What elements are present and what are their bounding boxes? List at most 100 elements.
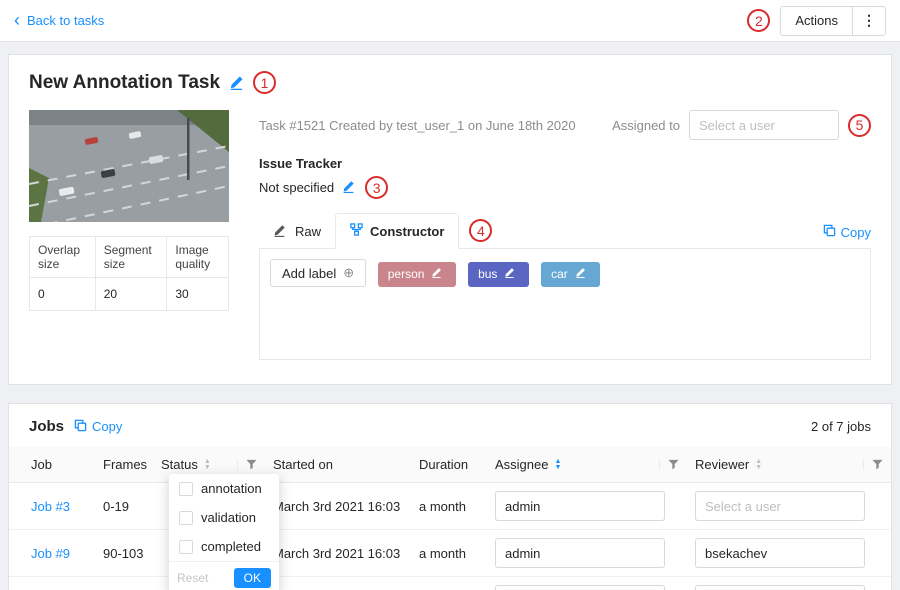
edit-label-icon[interactable] — [575, 267, 590, 282]
col-started-label: Started on — [273, 457, 333, 472]
jobs-count: 2 of 7 jobs — [811, 419, 871, 434]
col-status-label: Status — [161, 457, 198, 472]
issue-tracker-value: Not specified — [259, 180, 334, 195]
issue-tracker-value-row: Not specified 3 — [259, 176, 871, 199]
assignee-input[interactable] — [495, 538, 665, 568]
jobs-table: Job Frames Status ▲▼ Started on Duration — [9, 447, 891, 590]
plus-circle-icon: ⊕ — [343, 265, 354, 281]
back-to-tasks-label: Back to tasks — [27, 13, 104, 28]
task-details-card: New Annotation Task 1 — [8, 54, 892, 385]
reviewer-filter-icon[interactable] — [863, 459, 883, 470]
task-body: Overlap size Segment size Image quality … — [29, 110, 871, 360]
col-header-job[interactable]: Job — [9, 447, 95, 483]
started-cell: March 3rd 2021 16:03 — [265, 530, 411, 577]
param-value-overlap: 0 — [30, 278, 96, 311]
add-label-label: Add label — [282, 266, 336, 281]
col-header-started[interactable]: Started on — [265, 447, 411, 483]
assignee-input[interactable] — [495, 491, 665, 521]
duration-cell: a month — [411, 577, 487, 590]
copy-icon — [823, 224, 836, 240]
param-value-quality: 30 — [167, 278, 229, 311]
labels-copy-link[interactable]: Copy — [823, 224, 871, 240]
label-chip-bus-name: bus — [478, 267, 497, 281]
task-right-column: Task #1521 Created by test_user_1 on Jun… — [259, 110, 871, 360]
filter-option-validation-label: validation — [201, 510, 256, 525]
edit-task-name-icon[interactable] — [229, 75, 244, 90]
tab-constructor[interactable]: Constructor — [335, 213, 459, 249]
label-chip-person[interactable]: person — [378, 262, 457, 287]
jobs-header: Jobs Copy 2 of 7 jobs — [9, 418, 891, 435]
topbar-right: 2 Actions ⋮ — [747, 6, 886, 36]
tab-raw-label: Raw — [295, 224, 321, 239]
task-title-row: New Annotation Task 1 — [29, 71, 871, 94]
label-chip-bus[interactable]: bus — [468, 262, 529, 287]
job-row: Job #9 90-103 March 3rd 2021 16:03 a mon… — [9, 530, 891, 577]
assigned-to-group: Assigned to 5 — [612, 110, 871, 140]
jobs-card: Jobs Copy 2 of 7 jobs Job Frames — [8, 403, 892, 590]
block-icon — [350, 223, 363, 239]
chevron-left-icon: ‹ — [14, 11, 20, 29]
param-value-segment: 20 — [95, 278, 167, 311]
duration-cell: a month — [411, 483, 487, 530]
back-to-tasks-link[interactable]: ‹ Back to tasks — [14, 13, 104, 29]
col-header-reviewer[interactable]: Reviewer ▲▼ — [687, 447, 891, 483]
task-left-column: Overlap size Segment size Image quality … — [29, 110, 229, 360]
add-label-button[interactable]: Add label ⊕ — [270, 259, 366, 287]
checkbox-icon[interactable] — [179, 511, 193, 525]
assignee-input[interactable] — [495, 585, 665, 590]
filter-reset-button[interactable]: Reset — [177, 571, 208, 585]
frames-cell: 15-34 — [95, 577, 153, 590]
sort-carets-icon[interactable]: ▲▼ — [554, 459, 561, 471]
edit-label-icon[interactable] — [504, 267, 519, 282]
actions-button[interactable]: Actions ⋮ — [780, 6, 886, 36]
checkbox-icon[interactable] — [179, 482, 193, 496]
top-bar: ‹ Back to tasks 2 Actions ⋮ — [0, 0, 900, 42]
status-filter-dropdown: annotation validation completed Reset OK — [169, 474, 279, 590]
callout-3: 3 — [365, 176, 388, 199]
jobs-table-header-row: Job Frames Status ▲▼ Started on Duration — [9, 447, 891, 483]
tab-raw[interactable]: Raw — [259, 215, 335, 248]
edit-label-icon[interactable] — [431, 267, 446, 282]
filter-option-annotation[interactable]: annotation — [169, 474, 279, 503]
checkbox-icon[interactable] — [179, 540, 193, 554]
task-assignee-select[interactable] — [689, 110, 839, 140]
sort-carets-icon[interactable]: ▲▼ — [204, 459, 211, 471]
edit-issue-tracker-icon[interactable] — [342, 180, 357, 195]
param-header-overlap: Overlap size — [30, 237, 96, 278]
callout-2: 2 — [747, 9, 770, 32]
col-job-label: Job — [31, 457, 52, 472]
sort-carets-icon[interactable]: ▲▼ — [755, 459, 762, 471]
status-filter-icon[interactable] — [237, 459, 257, 470]
assignee-filter-icon[interactable] — [659, 459, 679, 470]
col-header-frames[interactable]: Frames — [95, 447, 153, 483]
task-parameters-table: Overlap size Segment size Image quality … — [29, 236, 229, 311]
assigned-to-label: Assigned to — [612, 118, 680, 133]
col-frames-label: Frames — [103, 457, 147, 472]
kebab-menu-icon[interactable]: ⋮ — [853, 12, 885, 29]
labels-tabs: Raw Constructor 4 — [259, 213, 871, 248]
page-content: New Annotation Task 1 — [0, 42, 900, 590]
col-duration-label: Duration — [419, 457, 468, 472]
col-header-duration[interactable]: Duration — [411, 447, 487, 483]
param-header-quality: Image quality — [167, 237, 229, 278]
job-9-link[interactable]: Job #9 — [31, 546, 70, 561]
filter-option-validation[interactable]: validation — [169, 503, 279, 532]
issue-tracker-block: Issue Tracker Not specified 3 — [259, 156, 871, 199]
job-row: Job #3 0-19 March 3rd 2021 16:03 a month — [9, 483, 891, 530]
task-preview-image — [29, 110, 229, 222]
reviewer-input[interactable] — [695, 585, 865, 590]
task-title: New Annotation Task — [29, 72, 220, 94]
job-3-link[interactable]: Job #3 — [31, 499, 70, 514]
col-header-assignee[interactable]: Assignee ▲▼ — [487, 447, 687, 483]
col-reviewer-label: Reviewer — [695, 457, 749, 472]
reviewer-input[interactable] — [695, 491, 865, 521]
callout-4: 4 — [469, 219, 492, 242]
filter-option-completed[interactable]: completed — [169, 532, 279, 561]
duration-cell: a month — [411, 530, 487, 577]
jobs-copy-label: Copy — [92, 419, 122, 434]
reviewer-input[interactable] — [695, 538, 865, 568]
task-meta-row: Task #1521 Created by test_user_1 on Jun… — [259, 110, 871, 140]
jobs-copy-link[interactable]: Copy — [74, 419, 122, 435]
filter-ok-button[interactable]: OK — [234, 568, 271, 588]
label-chip-car[interactable]: car — [541, 262, 600, 287]
